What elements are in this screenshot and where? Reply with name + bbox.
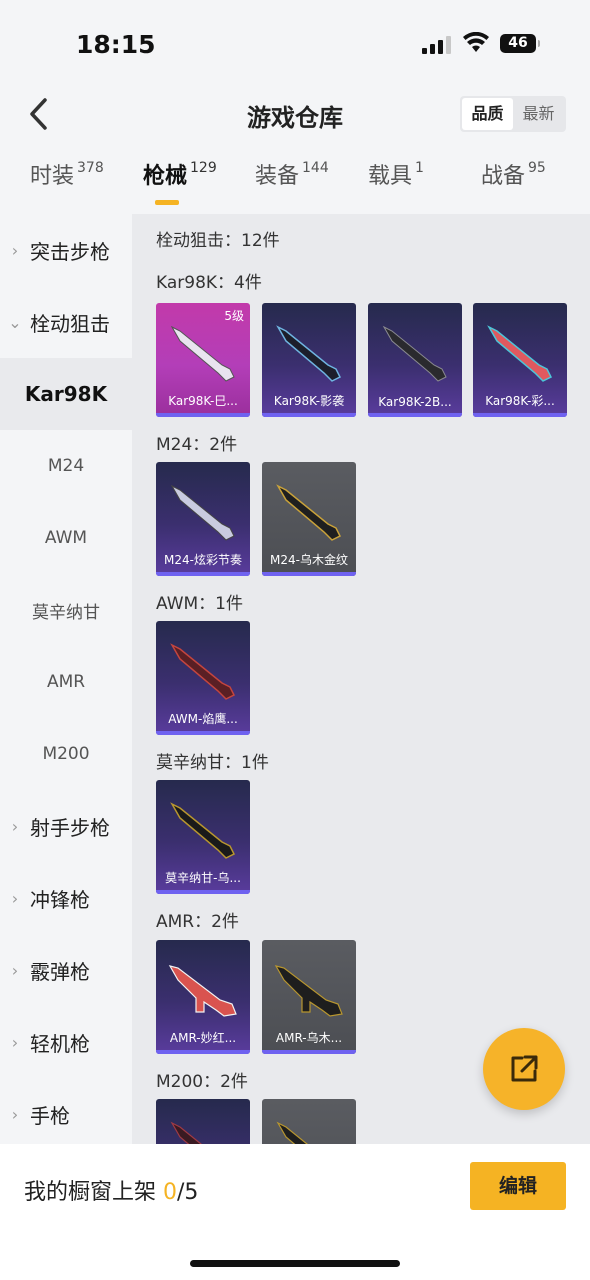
weapon-name: M24-乌木金纹	[270, 553, 348, 567]
level-badge: 5级	[224, 309, 244, 323]
chevron-right-icon: ›	[11, 816, 19, 836]
tab-equipment[interactable]: 装备 144	[255, 158, 329, 214]
weapon-card[interactable]	[156, 1099, 250, 1144]
weapon-name: AMR-妙红...	[169, 1031, 237, 1045]
quality-bar	[156, 413, 250, 417]
sidebar-item-assault-rifle[interactable]: › 突击步枪	[0, 214, 132, 286]
chevron-down-icon: ⌄	[8, 312, 22, 332]
quality-bar	[262, 413, 356, 417]
sidebar-item-awm[interactable]: AWM	[0, 502, 132, 574]
quality-bar	[156, 1050, 250, 1054]
weapon-card[interactable]: Kar98K-影袭	[262, 303, 356, 417]
tab-supplies[interactable]: 战备 95	[481, 158, 546, 214]
tab-vehicles[interactable]: 载具 1	[368, 158, 424, 214]
quality-bar	[473, 413, 567, 417]
weapon-card[interactable]: AMR-妙红...	[156, 940, 250, 1054]
rifle-icon	[274, 965, 343, 1017]
weapon-grid: 栓动狙击：12件 Kar98K：4件 5级 Kar98K-巳... Kar98K…	[132, 214, 590, 1144]
category-title: 栓动狙击：12件	[156, 231, 280, 251]
sidebar-item-bolt-sniper[interactable]: ⌄ 栓动狙击	[0, 286, 132, 358]
rifle-icon	[170, 325, 235, 382]
cellular-signal-icon	[422, 36, 452, 54]
category-tabs: 时装 378 枪械 129 装备 144 载具 1 战备 95	[0, 158, 590, 214]
share-button[interactable]	[483, 1028, 565, 1110]
active-tab-indicator	[155, 200, 179, 205]
section-title: AMR：2件	[156, 912, 239, 932]
weapon-name: 莫辛纳甘-乌...	[165, 871, 241, 885]
header: 游戏仓库 品质 最新	[0, 88, 590, 142]
weapon-card[interactable]: Kar98K-彩...	[473, 303, 567, 417]
rifle-icon	[170, 484, 235, 541]
weapon-card[interactable]: M24-乌木金纹	[262, 462, 356, 576]
sort-latest[interactable]: 最新	[513, 98, 564, 130]
rifle-icon	[170, 1121, 202, 1144]
weapon-name: M24-炫彩节奏	[164, 553, 242, 567]
bottom-bar: 我的橱窗上架 0/5 编辑	[0, 1144, 590, 1280]
sidebar-item-m24[interactable]: M24	[0, 430, 132, 502]
shelf-status: 我的橱窗上架 0/5	[24, 1180, 199, 1205]
chevron-right-icon: ›	[11, 888, 19, 908]
weapon-card[interactable]	[262, 1099, 356, 1144]
rifle-icon	[168, 965, 237, 1017]
weapon-name: Kar98K-彩...	[485, 394, 555, 408]
rifle-icon	[276, 1121, 308, 1144]
section-title: Kar98K：4件	[156, 273, 262, 293]
sidebar-item-dmr[interactable]: › 射手步枪	[0, 790, 132, 862]
rifle-icon	[276, 484, 342, 541]
rifle-icon	[170, 802, 236, 859]
sidebar-item-smg[interactable]: › 冲锋枪	[0, 862, 132, 934]
status-bar: 18:15 46	[0, 0, 590, 88]
edit-button[interactable]: 编辑	[470, 1162, 566, 1210]
external-link-icon	[511, 1055, 538, 1082]
weapon-category-sidebar: › 突击步枪 ⌄ 栓动狙击 Kar98K M24 AWM 莫辛纳甘 AMR M200…	[0, 214, 132, 1144]
weapon-name: Kar98K-影袭	[273, 394, 345, 408]
home-indicator	[190, 1260, 400, 1267]
sidebar-item-kar98k[interactable]: Kar98K	[0, 358, 132, 430]
weapon-card[interactable]: M24-炫彩节奏	[156, 462, 250, 576]
chevron-right-icon: ›	[11, 240, 19, 260]
chevron-right-icon: ›	[11, 960, 19, 980]
tab-guns[interactable]: 枪械 129	[143, 158, 217, 214]
status-time: 18:15	[76, 30, 156, 59]
weapon-name: Kar98K-巳...	[168, 394, 238, 408]
quality-bar	[368, 413, 462, 417]
section-title: 莫辛纳甘：1件	[156, 753, 269, 773]
weapon-card[interactable]: AWM-焰鹰...	[156, 621, 250, 735]
quality-bar	[262, 572, 356, 576]
sidebar-item-amr[interactable]: AMR	[0, 646, 132, 718]
wifi-icon	[463, 32, 489, 52]
rifle-icon	[487, 325, 553, 382]
rifle-icon	[382, 325, 447, 382]
sidebar-item-m200[interactable]: M200	[0, 718, 132, 790]
sidebar-item-lmg[interactable]: › 轻机枪	[0, 1006, 132, 1078]
section-title: AWM：1件	[156, 594, 243, 614]
weapon-name: AWM-焰鹰...	[168, 712, 238, 726]
tab-fashion[interactable]: 时装 378	[30, 158, 104, 214]
chevron-right-icon: ›	[11, 1032, 19, 1052]
sidebar-item-shotgun[interactable]: › 霰弹枪	[0, 934, 132, 1006]
weapon-card[interactable]: 5级 Kar98K-巳...	[156, 303, 250, 417]
weapon-card[interactable]: Kar98K-2B...	[368, 303, 462, 417]
sidebar-item-mosin[interactable]: 莫辛纳甘	[0, 574, 132, 646]
quality-bar	[156, 890, 250, 894]
weapon-card[interactable]: 莫辛纳甘-乌...	[156, 780, 250, 894]
quality-bar	[156, 731, 250, 735]
sidebar-item-pistol[interactable]: › 手枪	[0, 1078, 132, 1144]
chevron-right-icon: ›	[11, 1104, 19, 1124]
quality-bar	[262, 1050, 356, 1054]
quality-bar	[156, 572, 250, 576]
section-title: M24：2件	[156, 435, 238, 455]
section-title: M200：2件	[156, 1072, 248, 1092]
rifle-icon	[276, 325, 342, 382]
weapon-card[interactable]: AMR-乌木...	[262, 940, 356, 1054]
weapon-name: Kar98K-2B...	[378, 395, 452, 409]
battery-icon: 46	[500, 34, 540, 53]
weapon-name: AMR-乌木...	[275, 1031, 343, 1045]
rifle-icon	[170, 643, 236, 700]
sort-toggle: 品质 最新	[460, 96, 566, 132]
sort-quality[interactable]: 品质	[462, 98, 513, 130]
